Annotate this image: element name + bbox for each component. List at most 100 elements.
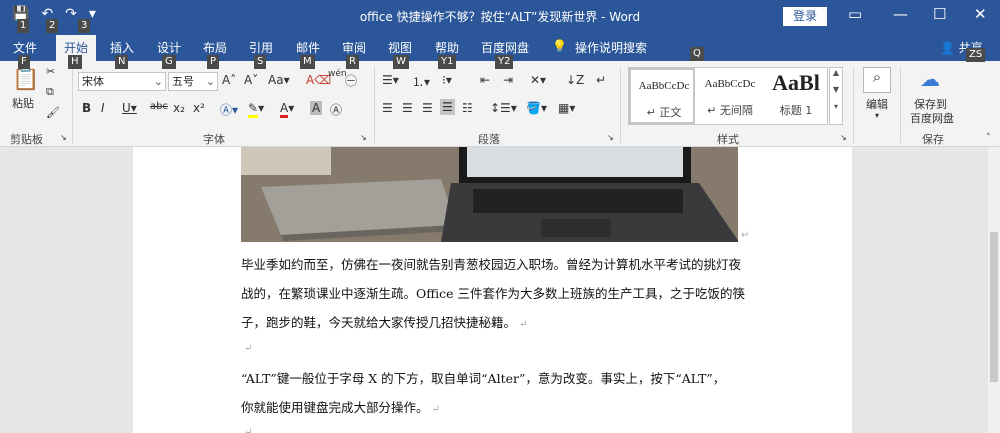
tab-insert[interactable]: 插入 bbox=[110, 39, 134, 56]
keytip-insert: N bbox=[115, 55, 129, 69]
font-color-icon[interactable]: A▾ bbox=[280, 101, 294, 118]
close-button[interactable]: ✕ bbox=[974, 5, 987, 23]
justify-icon[interactable]: ☰ bbox=[440, 99, 455, 115]
tab-design[interactable]: 设计 bbox=[157, 39, 181, 56]
bold-icon[interactable]: B bbox=[82, 101, 91, 115]
borders-icon[interactable]: ▦▾ bbox=[558, 101, 575, 115]
decrease-indent-icon[interactable]: ⇤ bbox=[480, 73, 490, 87]
editing-button[interactable]: 编辑 bbox=[866, 96, 888, 112]
shrink-font-icon[interactable]: A˅ bbox=[244, 73, 258, 87]
tell-me-search[interactable]: 操作说明搜索 bbox=[575, 39, 647, 56]
increase-indent-icon[interactable]: ⇥ bbox=[503, 73, 513, 87]
chevron-down-icon: ▾ bbox=[875, 111, 880, 120]
highlight-icon[interactable]: ✎▾ bbox=[248, 101, 264, 118]
tab-file[interactable]: 文件 bbox=[13, 39, 37, 56]
font-name-combo[interactable]: 宋体 ⌄ bbox=[78, 72, 166, 91]
login-button[interactable]: 登录 bbox=[783, 7, 827, 26]
numbering-icon[interactable]: ⒈▾ bbox=[412, 73, 430, 90]
keytip-baidu: Y2 bbox=[495, 55, 514, 69]
tab-mailings[interactable]: 邮件 bbox=[296, 39, 320, 56]
styles-scroll[interactable]: ▲ ▼ ▾ bbox=[829, 67, 843, 125]
doc-line-1[interactable]: 毕业季如约而至，仿佛在一夜间就告别青葱校园迈入职场。曾经为计算机水平考试的挑灯夜 bbox=[241, 254, 741, 273]
text-effects-icon[interactable]: Ⓐ▾ bbox=[220, 101, 238, 118]
save-to-label-2[interactable]: 百度网盘 bbox=[910, 110, 954, 126]
subscript-icon[interactable]: x₂ bbox=[173, 101, 185, 115]
clipboard-launcher-icon[interactable]: ↘ bbox=[60, 133, 67, 142]
keytip-search: Q bbox=[690, 47, 704, 61]
change-case-button[interactable]: Aa▾ bbox=[268, 73, 290, 87]
tab-help[interactable]: 帮助 bbox=[435, 39, 459, 56]
copy-icon[interactable]: ⧉ bbox=[46, 85, 54, 99]
style-no-spacing[interactable]: AaBbCcDc ↵ 无间隔 bbox=[697, 68, 763, 124]
tab-view[interactable]: 视图 bbox=[388, 39, 412, 56]
style-normal[interactable]: AaBbCcDc ↵ 正文 bbox=[629, 68, 695, 124]
keytip-mailings: M bbox=[300, 55, 315, 69]
styles-launcher-icon[interactable]: ↘ bbox=[840, 133, 847, 142]
tab-baidu-netdisk[interactable]: 百度网盘 bbox=[481, 39, 529, 56]
doc-line-3[interactable]: 子，跑步的鞋，今天就给大家传授几招快捷秘籍。 ↵ bbox=[241, 312, 527, 331]
doc-line-4[interactable]: ↵ bbox=[241, 339, 252, 354]
superscript-icon[interactable]: x² bbox=[193, 101, 205, 115]
ribbon-display-icon[interactable]: ▭ bbox=[848, 5, 862, 23]
style-name: ↵ 正文 bbox=[646, 106, 682, 119]
phonetic-guide-button[interactable]: wén bbox=[328, 69, 347, 79]
paste-button[interactable]: 粘贴 bbox=[12, 95, 34, 111]
italic-icon[interactable]: I bbox=[101, 101, 105, 115]
multilevel-list-icon[interactable]: ⁝▾ bbox=[442, 73, 452, 87]
chevron-up-icon[interactable]: ▲ bbox=[830, 68, 842, 77]
chevron-down-icon: ⌄ bbox=[205, 75, 215, 88]
chevron-down-icon: ⌄ bbox=[153, 75, 163, 88]
keytip-view: W bbox=[393, 55, 409, 69]
strikethrough-icon[interactable]: abc bbox=[150, 101, 168, 112]
styles-gallery: AaBbCcDc ↵ 正文 AaBbCcDc ↵ 无间隔 AaBl 标题 1 bbox=[628, 67, 828, 125]
line-spacing-icon[interactable]: ↕☰▾ bbox=[490, 101, 517, 115]
style-sample: AaBbCcDc bbox=[704, 78, 756, 90]
chinese-layout-icon[interactable]: ✕▾ bbox=[530, 73, 546, 87]
font-size-combo[interactable]: 五号 ⌄ bbox=[168, 72, 218, 91]
scrollbar-thumb[interactable] bbox=[990, 232, 998, 382]
paste-icon[interactable]: 📋 bbox=[12, 67, 39, 92]
keytip-layout: P bbox=[207, 55, 220, 69]
char-shading-icon[interactable]: A bbox=[310, 101, 323, 115]
vertical-scrollbar[interactable] bbox=[988, 147, 1000, 433]
align-right-icon[interactable]: ☰ bbox=[422, 101, 433, 115]
distributed-icon[interactable]: ☷ bbox=[462, 101, 473, 115]
search-icon[interactable]: ⌕ bbox=[863, 67, 891, 93]
baidu-netdisk-icon[interactable]: ☁ bbox=[920, 67, 940, 91]
line-text: “ALT”键一般位于字母 X 的下方，取自单词“Alter”，意为改变。事实上，… bbox=[241, 371, 726, 386]
underline-icon[interactable]: U▾ bbox=[122, 101, 137, 115]
minimize-button[interactable]: — bbox=[893, 5, 908, 23]
doc-line-6[interactable]: 你就能使用键盘完成大部分操作。 ↵ bbox=[241, 397, 440, 416]
doc-line-5[interactable]: “ALT”键一般位于字母 X 的下方，取自单词“Alter”，意为改变。事实上，… bbox=[241, 368, 725, 387]
line-text: 子，跑步的鞋，今天就给大家传授几招快捷秘籍。 bbox=[241, 315, 517, 330]
laptop-photo[interactable] bbox=[241, 147, 738, 242]
cut-icon[interactable]: ✂ bbox=[46, 65, 55, 78]
format-painter-icon[interactable]: 🖌 bbox=[46, 106, 60, 119]
paragraph-launcher-icon[interactable]: ↘ bbox=[607, 133, 614, 142]
tab-review[interactable]: 审阅 bbox=[342, 39, 366, 56]
maximize-button[interactable]: ☐ bbox=[933, 5, 946, 23]
doc-line-2[interactable]: 战的，在繁琐课业中逐渐生疏。Office 三件套作为大多数上班族的生产工具，之于… bbox=[241, 283, 745, 302]
align-center-icon[interactable]: ☰ bbox=[402, 101, 413, 115]
font-launcher-icon[interactable]: ↘ bbox=[360, 133, 367, 142]
tab-references[interactable]: 引用 bbox=[249, 39, 273, 56]
chevron-down-icon[interactable]: ▼ bbox=[830, 85, 842, 94]
shading-icon[interactable]: 🪣▾ bbox=[526, 101, 547, 115]
tab-layout[interactable]: 布局 bbox=[203, 39, 227, 56]
pilcrow: ↵ bbox=[244, 343, 253, 354]
grow-font-icon[interactable]: A˄ bbox=[222, 73, 236, 87]
sort-icon[interactable]: ↓Z bbox=[566, 73, 584, 87]
align-left-icon[interactable]: ☰ bbox=[382, 101, 393, 115]
doc-line-7[interactable]: ↵ bbox=[241, 423, 252, 433]
bullets-icon[interactable]: ☰▾ bbox=[382, 73, 399, 87]
show-marks-icon[interactable]: ↵ bbox=[596, 73, 606, 87]
keytip-qat-1: 1 bbox=[17, 19, 30, 33]
more-styles-icon[interactable]: ▾ bbox=[830, 102, 842, 111]
style-heading-1[interactable]: AaBl 标题 1 bbox=[763, 68, 829, 124]
pilcrow: ↵ bbox=[244, 427, 253, 433]
line-text: 战的，在繁琐课业中逐渐生疏。Office 三件套作为大多数上班族的生产工具，之于… bbox=[241, 286, 745, 301]
collapse-ribbon-icon[interactable]: ˄ bbox=[986, 133, 991, 143]
keytip-references: S bbox=[254, 55, 267, 69]
char-border-icon[interactable]: Ⓐ bbox=[330, 101, 342, 118]
enclose-char-icon[interactable]: ㊀ bbox=[345, 72, 357, 89]
